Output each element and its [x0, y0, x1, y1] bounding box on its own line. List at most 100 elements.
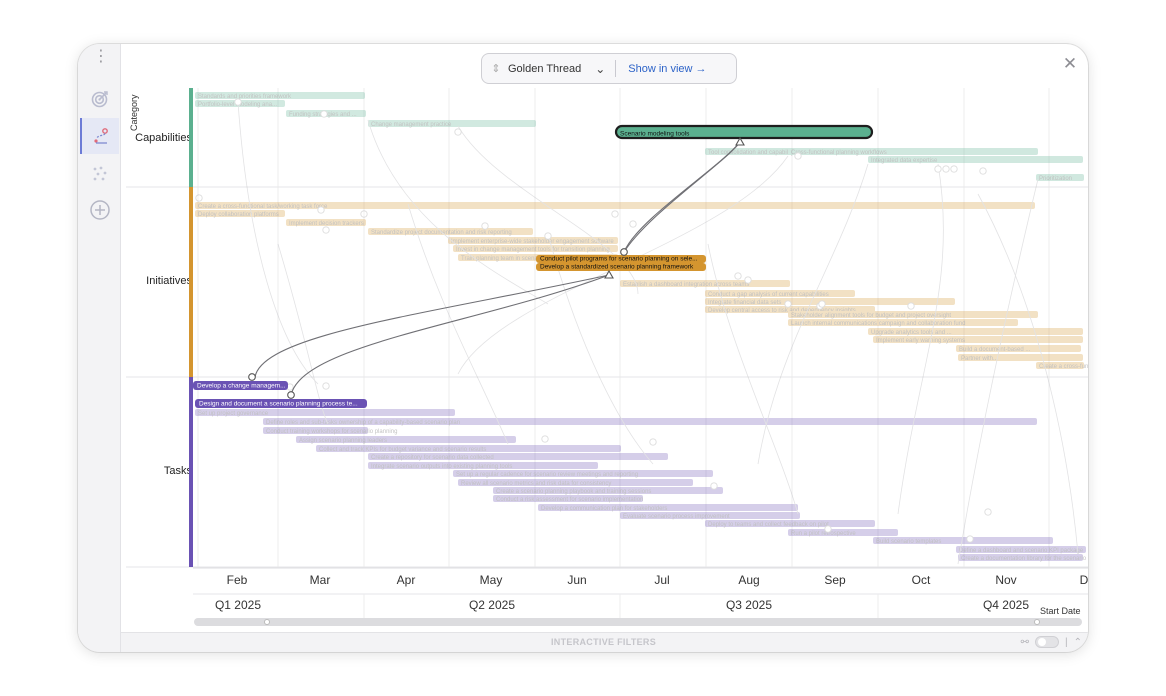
initiative-label: Integrate financial data sets — [708, 300, 781, 306]
faded-link — [977, 193, 1079, 555]
highlighted-capability-label: Scenario modeling tools — [620, 131, 690, 138]
faded-node — [934, 165, 942, 173]
initiative-label: Partner with... — [961, 356, 998, 362]
faded-node — [629, 220, 637, 228]
lane-bar-tasks — [189, 377, 193, 567]
task-label: Collect and track KPIs for budget varian… — [319, 447, 486, 453]
axis-field-label: Start Date — [1040, 606, 1081, 616]
initiative-label: Create a cross-functional task/working t… — [1039, 364, 1088, 370]
faded-node — [481, 222, 489, 230]
initiative-label: Establish a dashboard integration across… — [623, 282, 749, 288]
link-node — [248, 373, 256, 381]
task-label: Define roles and sub-tasks ownership of … — [266, 420, 460, 426]
faded-node — [966, 535, 974, 543]
month-label: May — [480, 573, 503, 587]
initiative-label: Create a cross-functional task/working t… — [198, 204, 328, 210]
interactive-filters-bar[interactable]: INTERACTIVE FILTERS ⚯ | ⌃ — [121, 632, 1088, 652]
faded-node — [317, 206, 325, 214]
faded-node — [360, 210, 368, 218]
task-label: Create a documentation library for the s… — [961, 556, 1088, 562]
task-label: Create a repository for scenario data co… — [371, 455, 494, 461]
month-label: Aug — [738, 573, 759, 587]
timeline-chart: Standards and priorities frameworkPortfo… — [126, 88, 1088, 618]
scroll-handle-right[interactable] — [1034, 619, 1040, 625]
initiative-label: Launch internal communications campaign … — [791, 321, 965, 327]
faded-node — [234, 98, 242, 106]
task-label: Conduct a risk assessment for scenario i… — [496, 497, 643, 503]
quarter-label: Q2 2025 — [469, 598, 515, 612]
month-label: Jun — [567, 573, 586, 587]
task-label: Create a scenario planning playbook and … — [496, 489, 651, 495]
capability-label: Integrated data expertise — [871, 158, 938, 164]
interactive-filters-label: INTERACTIVE FILTERS — [551, 637, 657, 647]
capability-label: Prioritization — [1039, 176, 1072, 182]
capability-label: Change management practice — [371, 122, 452, 128]
initiative-label: Upgrade analytics tools and ... — [871, 330, 952, 336]
faded-link — [957, 178, 1039, 565]
faded-node — [942, 165, 950, 173]
task-label: Review all scenario metrics and risk dat… — [461, 481, 611, 487]
highlighted-task-label: Design and document a scenario planning … — [199, 401, 358, 408]
initiative-label: Deploy collaboration platforms — [198, 212, 279, 218]
faded-node — [734, 272, 742, 280]
faded-node — [794, 152, 802, 160]
initiative-label: Stakeholder alignment tools for budget a… — [791, 313, 951, 319]
chevron-up-icon[interactable]: ⌃ — [1074, 637, 1082, 648]
faded-node — [818, 300, 826, 308]
faded-node — [824, 525, 832, 533]
faded-items: Standards and priorities frameworkPortfo… — [195, 92, 1088, 565]
quarter-label: Q4 2025 — [983, 598, 1029, 612]
dependency-link — [254, 274, 610, 378]
faded-node — [322, 226, 330, 234]
timeline-scrollbar[interactable] — [194, 618, 1082, 626]
quarter-label: Q1 2025 — [215, 598, 261, 612]
highlighted-initiative-label: Conduct pilot programs for scenario plan… — [540, 256, 698, 263]
month-label: Feb — [227, 573, 248, 587]
task-label: Set up project governance — [198, 411, 269, 417]
faded-node — [454, 128, 462, 136]
initiative-label: Invest in change management tools for tr… — [456, 247, 610, 253]
faded-link — [367, 119, 549, 305]
task-label: Define a dashboard and scenario KPI pack… — [959, 548, 1084, 554]
faded-node — [649, 438, 657, 446]
faded-node — [710, 482, 718, 490]
task-label: Evaluate scenario process improvement — [623, 514, 730, 520]
scroll-handle-left[interactable] — [264, 619, 270, 625]
filters-toggle[interactable] — [1035, 636, 1059, 648]
lane-bar-initiatives — [189, 187, 193, 377]
highlighted-task-label: Develop a change managem... — [197, 383, 286, 390]
faded-node — [979, 167, 987, 175]
month-label: Apr — [397, 573, 416, 587]
faded-node — [320, 110, 328, 118]
month-label: Jul — [654, 573, 669, 587]
faded-node — [322, 382, 330, 390]
faded-node — [950, 165, 958, 173]
capability-label: Standards and priorities framework — [198, 94, 292, 100]
filter-network-icon: ⚯ — [1020, 636, 1029, 648]
faded-node — [611, 210, 619, 218]
initiative-label: Implement enterprise-wide stakeholder en… — [451, 239, 614, 245]
divider: | — [1065, 636, 1068, 648]
faded-node — [544, 232, 552, 240]
capability-label: Cross-functional planning workflows — [791, 150, 887, 156]
initiative-label: Implement decision trackers — [289, 221, 364, 227]
faded-node — [541, 435, 549, 443]
highlighted-initiative-label: Develop a standardized scenario planning… — [540, 264, 694, 271]
initiative-label: Implement early warning systems — [876, 338, 965, 344]
time-axis: Feb Mar Apr May Jun Jul Aug Sep Oct Nov D Q1 2025 Q2… — [193, 567, 1088, 618]
faded-node — [744, 276, 752, 284]
initiative-label: Conduct a gap analysis of current capabi… — [708, 292, 829, 298]
month-label: Mar — [310, 573, 331, 587]
quarter-label: Q3 2025 — [726, 598, 772, 612]
link-node — [620, 248, 628, 256]
month-label: Oct — [912, 573, 931, 587]
task-label: Conduct training workshops for scenario … — [266, 429, 397, 435]
task-label: Build scenario templates — [876, 539, 941, 545]
month-label: Nov — [995, 573, 1016, 587]
task-label: Deploy to teams and collect feedback on … — [708, 522, 829, 528]
task-label: Set up a regular cadence for scenario re… — [456, 472, 638, 478]
faded-node — [195, 194, 203, 202]
task-label: Develop a communication plan for stakeho… — [541, 506, 667, 512]
initiative-label: Build a document-based ... — [959, 347, 1031, 353]
task-label: Integrate scenario outputs into existing… — [371, 464, 512, 470]
